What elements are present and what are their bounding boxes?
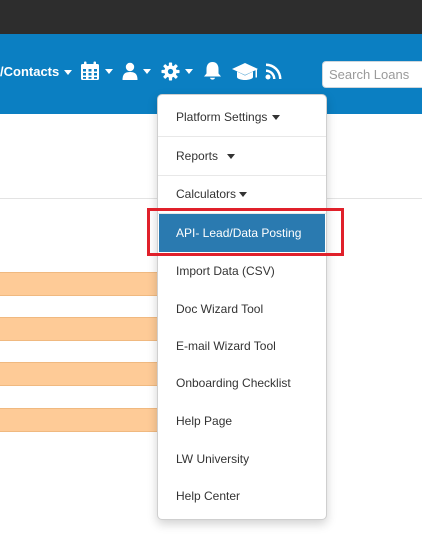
search-loans-input[interactable] — [322, 61, 422, 88]
menu-item-reports[interactable]: Reports — [158, 137, 326, 175]
notifications-button[interactable] — [203, 60, 222, 82]
menu-item-label: Reports — [176, 149, 219, 163]
nav-contacts-menu[interactable]: /Contacts — [0, 64, 73, 79]
rss-icon — [265, 62, 283, 80]
menu-item-lw-university[interactable]: LW University — [158, 440, 326, 478]
caret-down-icon — [272, 114, 281, 120]
settings-dropdown-menu: Platform Settings Reports Calculators AP… — [157, 94, 327, 520]
gear-icon — [161, 61, 180, 81]
university-button[interactable] — [231, 60, 259, 82]
highlighted-row — [0, 272, 160, 296]
calendar-menu[interactable] — [80, 60, 113, 82]
menu-item-doc-wizard-tool[interactable]: Doc Wizard Tool — [158, 290, 326, 328]
menu-item-platform-settings[interactable]: Platform Settings — [158, 98, 326, 136]
bell-icon — [203, 61, 222, 81]
nav-contacts-label: /Contacts — [0, 64, 60, 79]
caret-down-icon — [227, 153, 236, 159]
graduation-cap-icon — [231, 61, 259, 81]
chevron-down-icon — [105, 68, 113, 74]
user-icon — [122, 62, 138, 80]
chevron-down-icon — [143, 68, 151, 74]
menu-item-label: Doc Wizard Tool — [176, 302, 264, 316]
menu-item-label: Help Center — [176, 489, 241, 503]
menu-item-help-center[interactable]: Help Center — [158, 477, 326, 515]
settings-menu[interactable] — [161, 60, 193, 82]
highlighted-row — [0, 317, 160, 341]
highlighted-row — [0, 362, 160, 386]
menu-item-label: Calculators — [176, 187, 237, 201]
window-top-bar — [0, 0, 422, 34]
user-menu[interactable] — [122, 60, 151, 82]
highlighted-row — [0, 408, 160, 432]
caret-down-icon — [239, 191, 248, 197]
chevron-down-icon — [185, 68, 193, 74]
menu-item-label: Import Data (CSV) — [176, 264, 275, 278]
menu-item-email-wizard-tool[interactable]: E-mail Wizard Tool — [158, 327, 326, 365]
calendar-icon — [80, 61, 100, 81]
menu-item-import-data[interactable]: Import Data (CSV) — [158, 252, 326, 290]
menu-item-label: E-mail Wizard Tool — [176, 339, 276, 353]
menu-item-label: Onboarding Checklist — [176, 376, 291, 390]
menu-item-label: Help Page — [176, 414, 233, 428]
menu-item-label: LW University — [176, 452, 250, 466]
menu-item-onboarding-checklist[interactable]: Onboarding Checklist — [158, 364, 326, 402]
rss-feed-button[interactable] — [265, 60, 283, 82]
annotation-highlight-box — [147, 208, 344, 256]
menu-item-label: Platform Settings — [176, 110, 268, 124]
chevron-down-icon — [64, 70, 73, 76]
menu-item-help-page[interactable]: Help Page — [158, 402, 326, 440]
